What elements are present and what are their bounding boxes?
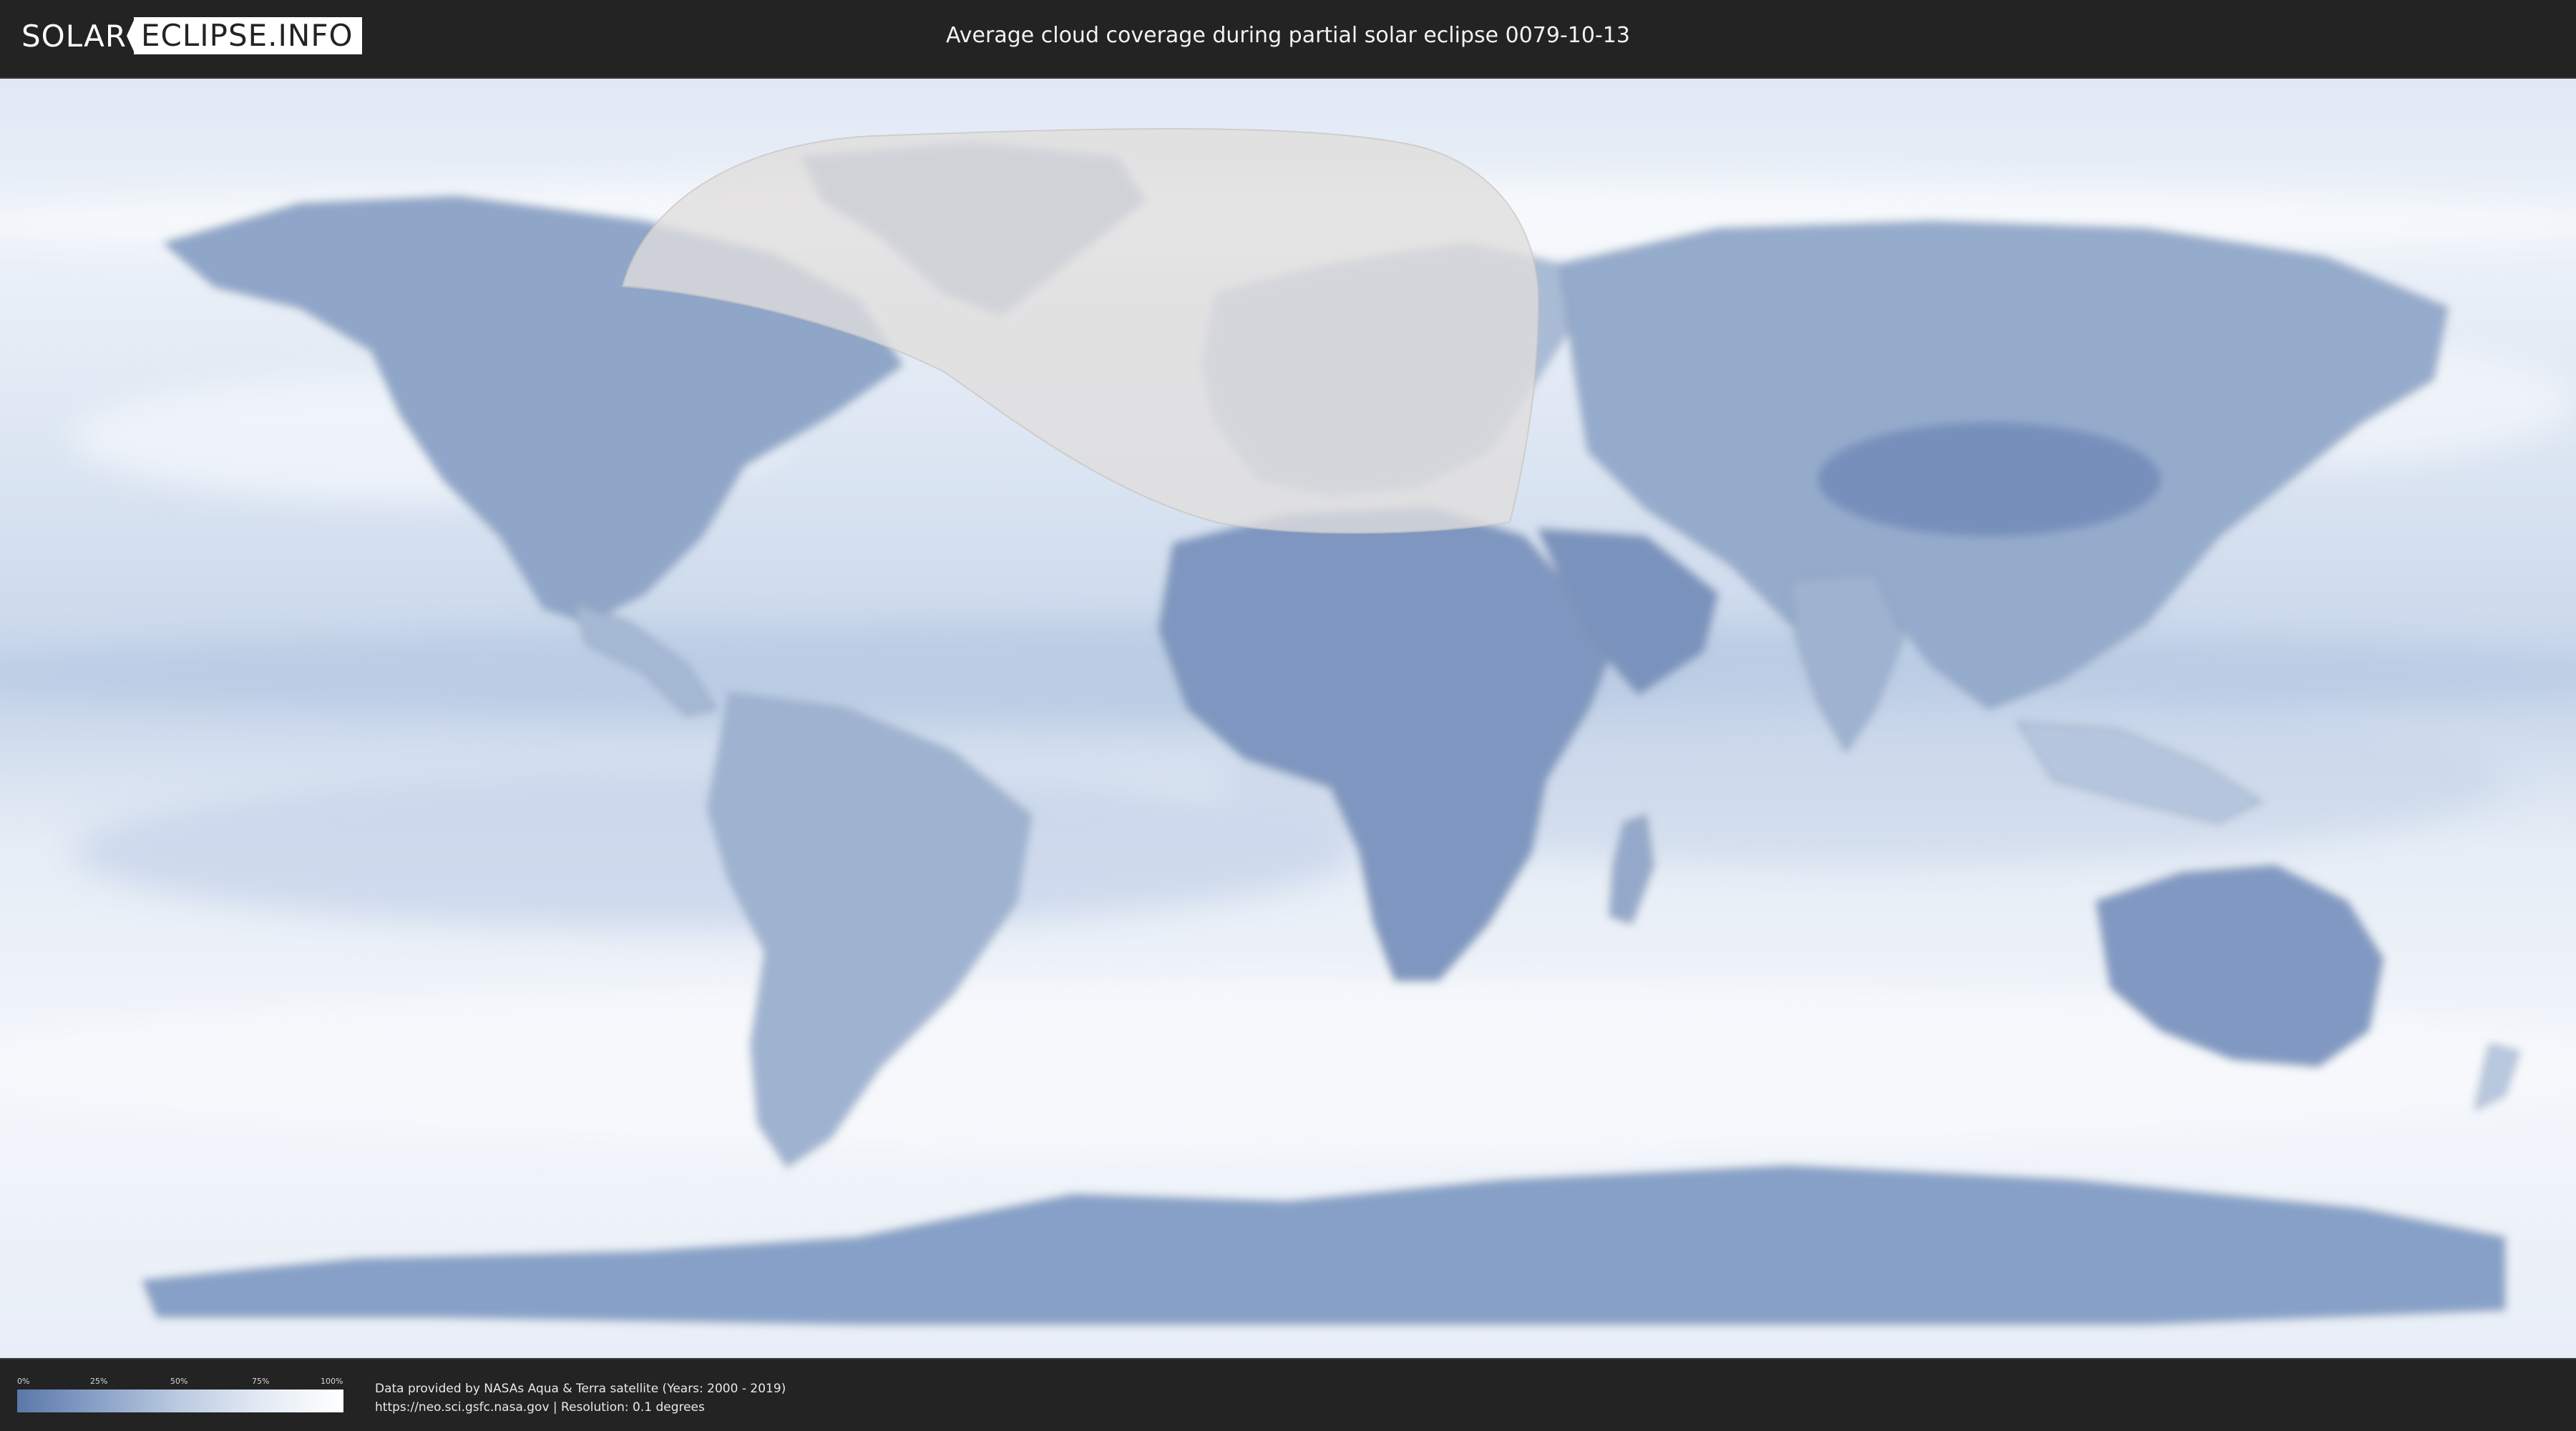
map-svg xyxy=(0,79,2576,1358)
page-root: SOLAR ECLIPSE.INFO Average cloud coverag… xyxy=(0,0,2576,1431)
legend-tick-0: 0% xyxy=(17,1377,30,1386)
cloud-coverage-map[interactable] xyxy=(0,77,2576,1359)
legend-tick-50: 50% xyxy=(170,1377,188,1386)
legend-tick-75: 75% xyxy=(252,1377,270,1386)
cloud-coverage-legend: 0% 25% 50% 75% 100% xyxy=(17,1375,343,1415)
legend-tick-100: 100% xyxy=(321,1377,343,1386)
header-bar: SOLAR ECLIPSE.INFO Average cloud coverag… xyxy=(0,0,2576,72)
legend-ticks: 0% 25% 50% 75% 100% xyxy=(17,1375,343,1388)
legend-tick-25: 25% xyxy=(90,1377,108,1386)
attribution-line-source: Data provided by NASAs Aqua & Terra sate… xyxy=(375,1382,786,1396)
attribution-line-url[interactable]: https://neo.sci.gsfc.nasa.gov | Resoluti… xyxy=(375,1398,786,1417)
data-attribution: Data provided by NASAs Aqua & Terra sate… xyxy=(375,1379,786,1417)
footer-bar: 0% 25% 50% 75% 100% Data provided by NAS… xyxy=(0,1359,2576,1431)
legend-gradient-bar xyxy=(17,1390,343,1412)
page-title: Average cloud coverage during partial so… xyxy=(946,23,1630,48)
